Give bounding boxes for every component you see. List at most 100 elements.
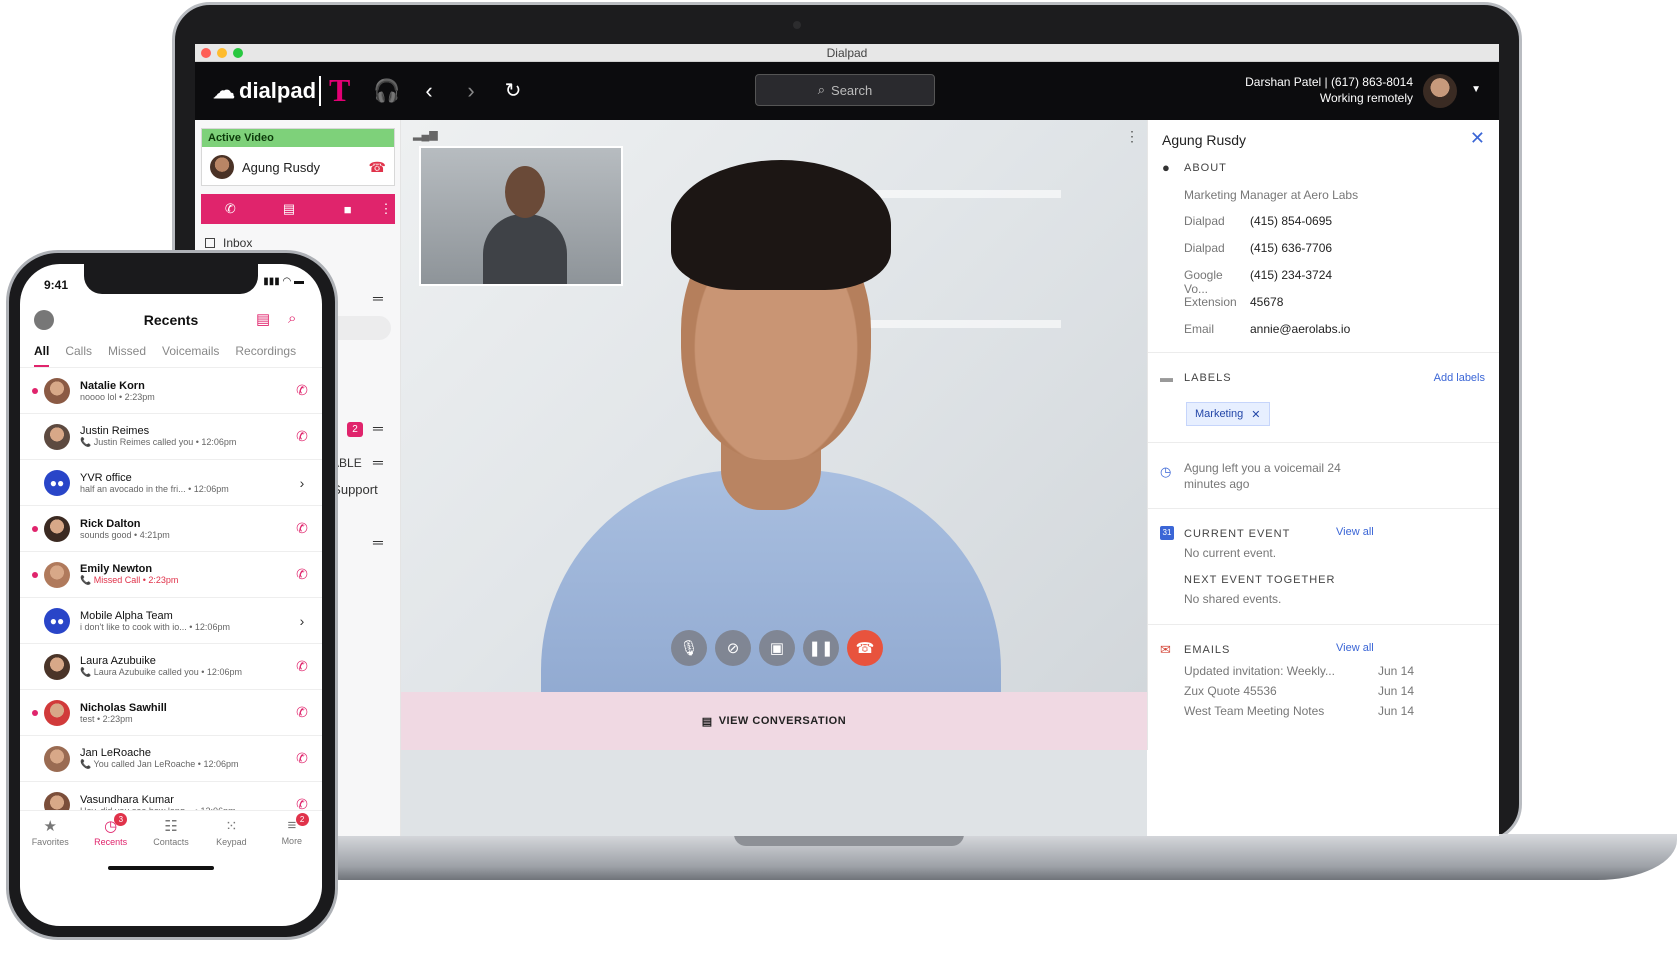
contact-field-value: (415) 234-3724	[1250, 268, 1333, 282]
phone-call-icon[interactable]: ✆	[282, 704, 322, 721]
phone-call-icon[interactable]: ✆	[282, 566, 322, 583]
avatar	[210, 155, 234, 179]
nav-recents[interactable]: ◷ Recents 3	[80, 811, 140, 856]
refresh-icon[interactable]: ↻	[499, 76, 527, 106]
contact-field-key: Dialpad	[1184, 214, 1225, 228]
call-controls: 🎙 ⊘ ▣ ❚❚ ☎	[671, 630, 883, 666]
marketing-composite: Dialpad ☁ dialpad T 🎧 ‹ › ↻ ⌕ Search Dar…	[0, 0, 1677, 958]
email-date: Jun 14	[1377, 664, 1414, 678]
view-all-emails-link[interactable]: View all	[1336, 642, 1374, 654]
screen-share-icon[interactable]: ▣	[759, 630, 795, 666]
voicemail-note[interactable]: Agung left you a voicemail 24 minutes ag…	[1184, 460, 1384, 492]
recent-contact-name: Vasundhara Kumar	[80, 793, 174, 806]
contact-field-row[interactable]: Extension 45678	[1184, 295, 1283, 309]
list-item[interactable]: ●● YVR office half an avocado in the fri..…	[20, 460, 322, 506]
list-item[interactable]: Nicholas Sawhill test • 2:23pm ✆	[20, 690, 322, 736]
tab-voicemails[interactable]: Voicemails	[162, 344, 219, 367]
chevron-right-icon[interactable]: ›	[282, 475, 322, 491]
phone-call-icon[interactable]: ✆	[282, 520, 322, 537]
self-view-face	[505, 166, 545, 218]
close-icon[interactable]: ✕	[1470, 128, 1485, 149]
recent-preview: test • 2:23pm	[80, 713, 133, 724]
email-row[interactable]: Updated invitation: Weekly... Jun 14	[1184, 664, 1414, 678]
list-item[interactable]: Rick Dalton sounds good • 4:21pm ✆	[20, 506, 322, 552]
end-call-icon[interactable]: ☎	[847, 630, 883, 666]
list-item[interactable]: Justin Reimes 📞 Justin Reimes called you …	[20, 414, 322, 460]
email-row[interactable]: West Team Meeting Notes Jun 14	[1184, 704, 1414, 718]
phone-call-icon[interactable]: ✆	[282, 382, 322, 399]
window-titlebar: Dialpad	[195, 44, 1499, 62]
contact-field-row[interactable]: Dialpad (415) 854-0695	[1184, 214, 1332, 228]
add-labels-link[interactable]: Add labels	[1434, 372, 1485, 384]
list-item[interactable]: Laura Azubuike 📞 Laura Azubuike called yo…	[20, 644, 322, 690]
laptop-camera	[793, 21, 801, 29]
camera-off-icon[interactable]: ⊘	[715, 630, 751, 666]
label-chip-marketing[interactable]: Marketing ✕	[1186, 402, 1270, 426]
view-all-events-link[interactable]: View all	[1336, 526, 1374, 538]
chevron-down-icon[interactable]: ▼	[1471, 84, 1481, 95]
view-conversation-button[interactable]: ▤ VIEW CONVERSATION	[401, 692, 1147, 750]
tab-missed[interactable]: Missed	[108, 344, 146, 367]
recent-text: Jan LeRoache 📞 You called Jan LeRoache • …	[80, 747, 282, 770]
search-icon[interactable]: ⌕	[288, 310, 296, 327]
labels-heading: LABELS	[1184, 372, 1232, 384]
window-title: Dialpad	[826, 46, 868, 60]
contact-field-row[interactable]: Dialpad (415) 636-7706	[1184, 241, 1332, 255]
headset-icon[interactable]: 🎧	[373, 76, 401, 106]
pause-icon[interactable]: ❚❚	[803, 630, 839, 666]
app-header: ☁ dialpad T 🎧 ‹ › ↻ ⌕ Search Darshan Pat…	[195, 62, 1499, 120]
video-camera-icon[interactable]: ■	[318, 202, 377, 217]
remove-label-icon[interactable]: ✕	[1251, 408, 1260, 421]
recent-text: Natalie Korn noooo lol • 2:23pm	[80, 380, 282, 402]
active-video-card[interactable]: Active Video Agung Rusdy ☎	[201, 128, 395, 186]
list-item[interactable]: Jan LeRoache 📞 You called Jan LeRoache • …	[20, 736, 322, 782]
message-icon[interactable]: ▤	[260, 201, 319, 217]
divider	[1148, 508, 1499, 509]
recent-preview: 📞 You called Jan LeRoache • 12:06pm	[80, 759, 239, 769]
nav-more[interactable]: ≡ More 2	[262, 811, 322, 856]
more-options-icon[interactable]: ⋮	[377, 201, 395, 217]
phone-call-icon[interactable]: ✆	[282, 750, 322, 767]
hangup-icon[interactable]: ☎	[369, 159, 386, 176]
avatar[interactable]	[1423, 74, 1457, 108]
nav-favorites[interactable]: ★ Favorites	[20, 811, 80, 856]
call-action-bar: ✆ ▤ ■ ⋮	[201, 194, 395, 224]
hamburger-icon[interactable]: ═	[373, 534, 383, 550]
contacts-icon: ☷	[164, 818, 178, 835]
email-date: Jun 14	[1377, 684, 1414, 698]
list-item[interactable]: Emily Newton 📞 Missed Call • 2:23pm ✆	[20, 552, 322, 598]
phone-call-icon[interactable]: ✆	[282, 658, 322, 675]
tab-recordings[interactable]: Recordings	[235, 344, 296, 367]
self-view-video[interactable]	[419, 146, 623, 286]
hamburger-icon[interactable]: ═	[373, 420, 383, 436]
user-status[interactable]: Darshan Patel | (617) 863-8014 Working r…	[1245, 74, 1413, 106]
dialpad-logo[interactable]: ☁ dialpad	[213, 78, 316, 104]
forward-arrow-icon[interactable]: ›	[457, 76, 485, 106]
app-body: Active Video Agung Rusdy ☎ ✆ ▤ ■ ⋮ Inbox	[195, 120, 1499, 836]
contact-field-row[interactable]: Email annie@aerolabs.io	[1184, 322, 1350, 336]
back-arrow-icon[interactable]: ‹	[415, 76, 443, 106]
list-item[interactable]: Natalie Korn noooo lol • 2:23pm ✆	[20, 368, 322, 414]
sidebar-item-inbox[interactable]: Inbox	[205, 236, 252, 250]
phone-icon[interactable]: ✆	[201, 201, 260, 217]
more-options-icon[interactable]: ⋮	[1125, 128, 1139, 145]
recent-contact-name: Nicholas Sawhill	[80, 701, 167, 714]
chevron-right-icon[interactable]: ›	[282, 613, 322, 629]
hamburger-icon[interactable]: ═	[373, 290, 383, 306]
nav-keypad[interactable]: ⁙ Keypad	[201, 811, 261, 856]
tab-all[interactable]: All	[34, 344, 50, 367]
list-item[interactable]: ●● Mobile Alpha Team i don't like to cook …	[20, 598, 322, 644]
mute-microphone-icon[interactable]: 🎙	[671, 630, 707, 666]
tab-calls[interactable]: Calls	[65, 344, 92, 367]
compose-message-icon[interactable]: ▤	[256, 310, 270, 328]
hamburger-icon[interactable]: ═	[373, 454, 383, 470]
group-avatar-icon: ●●	[44, 469, 70, 496]
active-call-contact[interactable]: Agung Rusdy ☎	[202, 147, 394, 187]
search-input[interactable]: ⌕ Search	[755, 74, 935, 106]
contact-field-row[interactable]: Google Vo... (415) 234-3724	[1184, 268, 1332, 296]
contact-field-key: Email	[1184, 322, 1215, 336]
nav-contacts[interactable]: ☷ Contacts	[141, 811, 201, 856]
phone-call-icon[interactable]: ✆	[282, 428, 322, 445]
contact-field-value: annie@aerolabs.io	[1250, 322, 1351, 336]
email-row[interactable]: Zux Quote 45536 Jun 14	[1184, 684, 1414, 698]
